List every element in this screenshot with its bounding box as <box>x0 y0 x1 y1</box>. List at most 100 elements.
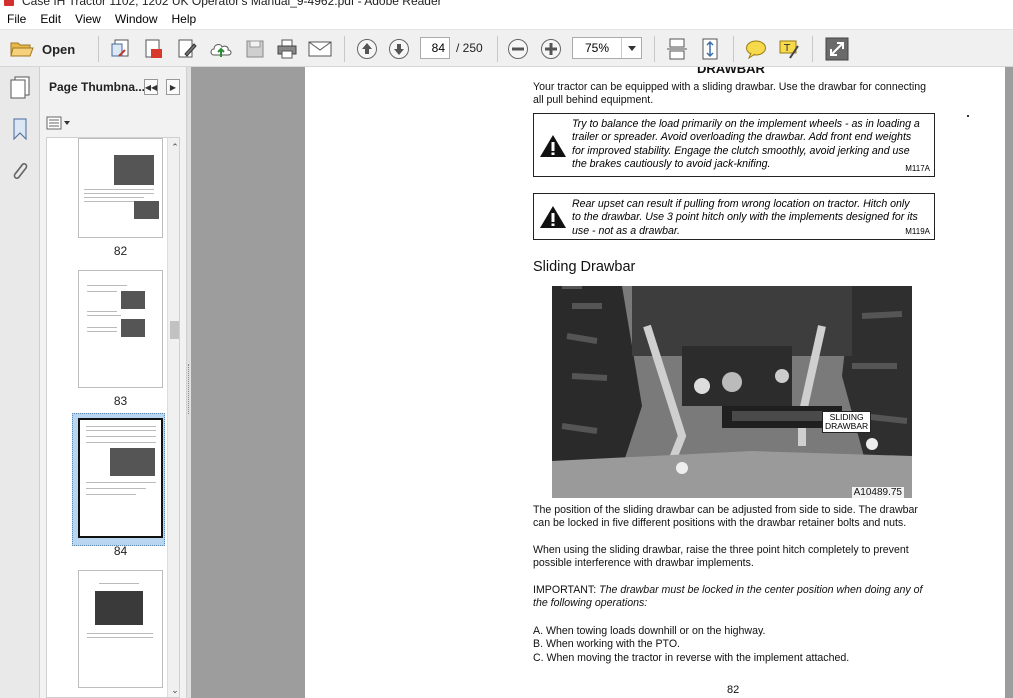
save-button[interactable] <box>242 36 268 62</box>
drawbar-photo: SLIDING DRAWBAR A10489.75 <box>552 286 912 498</box>
plus-circle-icon <box>541 39 561 59</box>
section-title: Sliding Drawbar <box>533 259 636 275</box>
create-pdf-icon <box>111 39 129 57</box>
adjust-paragraph: The position of the sliding drawbar can … <box>533 504 918 530</box>
arrow-up-circle-icon <box>357 39 377 59</box>
scroll-down-icon[interactable]: ⌄ <box>170 685 179 695</box>
menu-help[interactable]: Help <box>165 9 204 29</box>
chevron-down-icon[interactable] <box>621 38 641 58</box>
thumbnail-page-85[interactable] <box>78 570 163 688</box>
photo-callout: SLIDING DRAWBAR <box>822 411 872 433</box>
bookmarks-toggle[interactable] <box>8 117 32 141</box>
zoom-out-button[interactable] <box>505 36 531 62</box>
thumbnail-panel: Page Thumbna... ◀◀ ▶ 82 83 84 ⌃ ⌄ <box>40 67 187 698</box>
expand-panel-button[interactable]: ▶ <box>166 79 180 95</box>
scrollbar-thumb[interactable] <box>170 321 179 339</box>
printer-icon <box>277 39 297 59</box>
important-label: IMPORTANT: <box>533 584 597 596</box>
warning-triangle-icon <box>540 135 566 157</box>
photo-code: A10489.75 <box>851 487 904 498</box>
open-label: Open <box>42 41 76 57</box>
thumbnail-scrollbar[interactable]: ⌃ ⌄ <box>167 138 179 697</box>
zoom-dropdown[interactable]: 75% <box>572 37 642 59</box>
paperclip-icon <box>13 162 28 180</box>
thumbnail-panel-header: Page Thumbna... ◀◀ ▶ <box>40 67 187 107</box>
adobe-reader-icon <box>4 0 14 6</box>
zoom-value: 75% <box>585 41 610 55</box>
print-button[interactable] <box>274 36 300 62</box>
cloud-upload-icon <box>210 44 232 57</box>
window-title: Case IH Tractor 1102, 1202 UK Operator's… <box>22 0 442 8</box>
menu-bar: File Edit View Window Help <box>0 9 1013 29</box>
envelope-icon <box>308 41 332 57</box>
edit-pdf-button[interactable] <box>174 36 200 62</box>
menu-edit[interactable]: Edit <box>33 9 68 29</box>
highlight-button[interactable]: T <box>776 36 802 62</box>
warning-code: M119A <box>905 227 930 236</box>
fullscreen-button[interactable] <box>822 36 852 62</box>
scroll-up-icon[interactable]: ⌃ <box>170 142 179 152</box>
collapse-panel-button[interactable]: ◀◀ <box>144 79 158 95</box>
bookmark-icon <box>13 118 27 141</box>
panel-title: Page Thumbna... <box>49 80 146 94</box>
attachments-toggle[interactable] <box>8 159 32 183</box>
page-scroll-icon <box>667 38 687 60</box>
speech-bubble-icon <box>746 40 766 59</box>
operations-list: A. When towing loads downhill or on the … <box>533 625 849 665</box>
options-button[interactable] <box>46 115 72 131</box>
document-viewer[interactable]: DRAWBAR Your tractor can be equipped wit… <box>191 67 1013 698</box>
highlighter-icon: T <box>779 40 799 59</box>
pdf-page: DRAWBAR Your tractor can be equipped wit… <box>305 67 1005 698</box>
thumbnail-page-82[interactable] <box>78 138 163 238</box>
page-total: / 250 <box>456 41 483 55</box>
warning-triangle-icon <box>540 206 566 228</box>
thumbnail-page-83[interactable] <box>78 270 163 388</box>
thumbnail-label: 84 <box>113 544 128 558</box>
comment-button[interactable] <box>743 36 769 62</box>
menu-file[interactable]: File <box>0 9 33 29</box>
thumbnail-page-84[interactable] <box>78 418 163 538</box>
warning-box-balance: Try to balance the load primarily on the… <box>533 113 935 177</box>
expand-icon <box>825 37 849 61</box>
edit-document-icon <box>178 39 197 58</box>
thumbnail-list[interactable]: 82 83 84 ⌃ ⌄ <box>46 137 180 698</box>
warning-text: Rear upset can result if pulling from wr… <box>572 198 918 237</box>
previous-page-button[interactable] <box>354 36 380 62</box>
pages-icon <box>10 76 30 99</box>
warning-box-rear-upset: Rear upset can result if pulling from wr… <box>533 193 935 240</box>
thumbnail-label: 82 <box>113 244 128 258</box>
minus-circle-icon <box>508 39 528 59</box>
zoom-in-button[interactable] <box>538 36 564 62</box>
convert-pdf-button[interactable] <box>140 36 166 62</box>
email-button[interactable] <box>307 36 333 62</box>
save-icon <box>246 40 264 58</box>
fit-page-button[interactable] <box>697 36 723 62</box>
title-bar: Case IH Tractor 1102, 1202 UK Operator's… <box>0 0 1013 9</box>
warning-text: Try to balance the load primarily on the… <box>572 118 920 171</box>
next-page-button[interactable] <box>386 36 412 62</box>
menu-view[interactable]: View <box>68 9 108 29</box>
list-item: A. When towing loads downhill or on the … <box>533 625 766 637</box>
tractor-drawbar-image <box>552 286 912 498</box>
upload-button[interactable] <box>208 36 234 62</box>
page-number-input[interactable]: 84 <box>420 37 450 59</box>
important-note: IMPORTANT: The drawbar must be locked in… <box>533 584 923 610</box>
section-heading: DRAWBAR <box>697 67 765 76</box>
menu-window[interactable]: Window <box>108 9 165 29</box>
arrow-down-circle-icon <box>389 39 409 59</box>
fit-page-icon <box>702 38 718 60</box>
intro-paragraph: Your tractor can be equipped with a slid… <box>533 81 926 107</box>
create-pdf-button[interactable] <box>108 36 134 62</box>
toolbar: Open 84 / 250 75% T <box>0 29 1013 67</box>
list-item: B. When working with the PTO. <box>533 638 680 651</box>
svg-text:T: T <box>783 43 791 54</box>
warning-code: M117A <box>905 164 930 173</box>
thumbnail-label: 83 <box>113 394 128 408</box>
page-number: 82 <box>727 684 740 696</box>
pdf-document-icon <box>145 39 162 58</box>
open-button[interactable]: Open <box>10 36 94 62</box>
scrolling-mode-button[interactable] <box>664 36 690 62</box>
raise-hitch-paragraph: When using the sliding drawbar, raise th… <box>533 544 909 570</box>
left-rail <box>0 67 40 698</box>
page-thumbnails-toggle[interactable] <box>8 75 32 99</box>
